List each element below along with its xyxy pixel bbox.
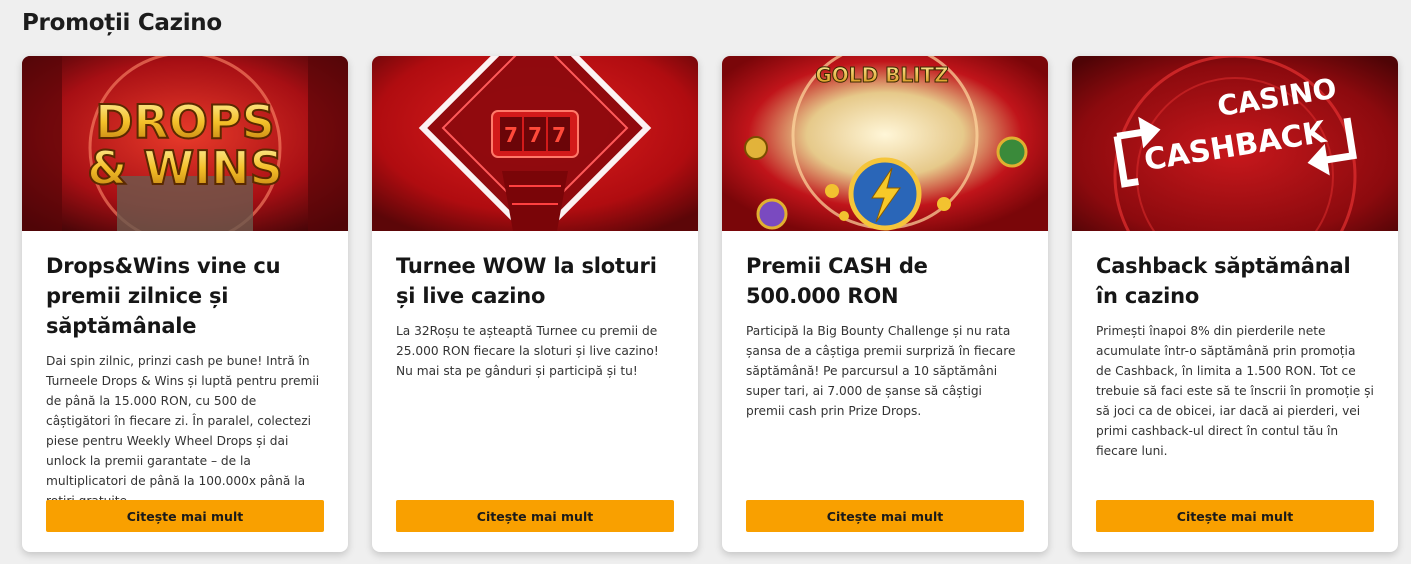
drops-banner-line2: & WINS bbox=[87, 141, 283, 195]
read-more-button[interactable]: Citește mai mult bbox=[396, 500, 674, 532]
slot-reel-1: 7 bbox=[504, 123, 518, 147]
read-more-button[interactable]: Citește mai mult bbox=[1096, 500, 1374, 532]
promo-card-drops-wins: DROPS & WINS Drops&Wins vine cu premii z… bbox=[22, 56, 348, 552]
promotions-list: DROPS & WINS Drops&Wins vine cu premii z… bbox=[22, 56, 1398, 552]
card-title: Cashback săptămânal în cazino bbox=[1096, 254, 1351, 308]
card-description: Primești înapoi 8% din pierderile nete a… bbox=[1096, 324, 1374, 458]
card-title: Premii CASH de 500.000 RON bbox=[746, 254, 928, 308]
gold-blitz-banner[interactable]: GOLD BLITZ bbox=[722, 56, 1048, 231]
card-description: Participă la Big Bounty Challenge și nu … bbox=[746, 324, 1016, 418]
casino-cashback-banner[interactable]: CASINO CASHBACK bbox=[1072, 56, 1398, 231]
read-more-button[interactable]: Citește mai mult bbox=[46, 500, 324, 532]
slot-reel-3: 7 bbox=[552, 123, 566, 147]
slot-reel-2: 7 bbox=[528, 123, 542, 147]
card-description: La 32Roșu te așteaptă Turnee cu premii d… bbox=[396, 324, 659, 378]
card-title: Drops&Wins vine cu premii zilnice și săp… bbox=[46, 254, 281, 338]
slot-machine-banner[interactable]: 7 7 7 bbox=[372, 56, 698, 231]
card-title: Turnee WOW la sloturi și live cazino bbox=[396, 254, 657, 308]
page-title: Promoții Cazino bbox=[22, 10, 222, 36]
read-more-button[interactable]: Citește mai mult bbox=[746, 500, 1024, 532]
promo-card-cashback: CASINO CASHBACK Cashback săptămânal în c… bbox=[1072, 56, 1398, 552]
promo-card-wow-tournaments: 7 7 7 Turnee WOW la sloturi și live cazi… bbox=[372, 56, 698, 552]
promo-card-cash-prizes: GOLD BLITZ Premii CASH de 500.000 RON Pa… bbox=[722, 56, 1048, 552]
card-description: Dai spin zilnic, prinzi cash pe bune! In… bbox=[46, 354, 320, 508]
drops-wins-banner[interactable]: DROPS & WINS bbox=[22, 56, 348, 231]
gold-blitz-logo: GOLD BLITZ bbox=[815, 63, 948, 87]
